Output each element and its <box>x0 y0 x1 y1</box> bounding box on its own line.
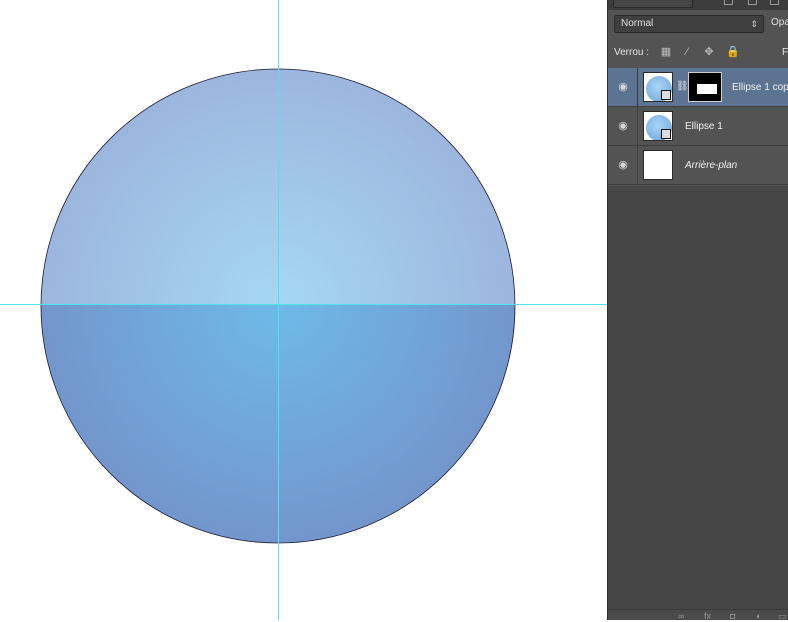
fill-label: F <box>782 47 788 58</box>
layer-row-ellipse-1-copie[interactable]: ◉ ⛓ Ellipse 1 copie <box>608 68 788 107</box>
layer-name[interactable]: Arrière-plan <box>685 160 737 171</box>
lock-icon[interactable]: 🔒 <box>726 46 740 58</box>
blend-mode-value: Normal <box>621 18 654 29</box>
vector-shape-icon <box>661 90 671 100</box>
lock-row: Verrou : ▦ ⁄ ✥ 🔒 F <box>608 42 788 64</box>
layer-row-arriere-plan[interactable]: ◉ Arrière-plan <box>608 146 788 185</box>
layer-name[interactable]: Ellipse 1 copie <box>732 82 788 93</box>
layer-list: ◉ ⛓ Ellipse 1 copie ◉ Ellipse 1 <box>608 68 788 185</box>
layer-thumbnail[interactable] <box>643 150 673 180</box>
layers-panel: Normal ⇕ Opa Verrou : ▦ ⁄ ✥ 🔒 F ◉ ⛓ Elli… <box>607 0 788 622</box>
new-group-icon[interactable]: ▭ <box>778 611 787 622</box>
select-arrows-icon: ⇕ <box>750 19 758 29</box>
checkerboard-icon[interactable]: ▦ <box>660 46 672 58</box>
vector-shape-icon <box>661 129 671 139</box>
chain-link-icon[interactable]: ⛓ <box>676 80 689 94</box>
layer-name[interactable]: Ellipse 1 <box>685 121 723 132</box>
panel-top-toolbar <box>608 0 788 10</box>
horizontal-guide[interactable] <box>0 304 607 305</box>
layer-row-ellipse-1[interactable]: ◉ Ellipse 1 <box>608 107 788 146</box>
layer-thumbnail[interactable] <box>643 111 673 141</box>
visibility-column: ◉ <box>608 68 638 106</box>
ellipse-artwork <box>40 68 516 544</box>
filter-toggle-icon[interactable] <box>748 0 757 5</box>
visibility-column: ◉ <box>608 146 638 184</box>
brush-icon[interactable]: ⁄ <box>681 46 693 58</box>
blend-mode-select[interactable]: Normal ⇕ <box>614 15 764 33</box>
eye-icon[interactable]: ◉ <box>617 120 629 132</box>
vertical-guide[interactable] <box>278 0 279 620</box>
lock-label: Verrou : <box>614 47 650 58</box>
eye-icon[interactable]: ◉ <box>617 81 629 93</box>
opacity-label: Opa <box>771 17 788 28</box>
layer-mask-thumbnail[interactable] <box>688 72 722 102</box>
visibility-column: ◉ <box>608 107 638 145</box>
filter-icon[interactable] <box>724 0 733 5</box>
layer-list-empty-area <box>608 186 788 610</box>
filter-options-icon[interactable] <box>770 0 779 5</box>
document-canvas[interactable] <box>0 0 607 620</box>
layer-filter-field[interactable] <box>613 0 693 8</box>
layer-thumbnail[interactable] <box>643 72 673 102</box>
panel-bottom-toolbar: ∞ fx ◘ ◐ ▭ <box>608 609 788 622</box>
mask-visible-area <box>697 84 717 94</box>
move-icon[interactable]: ✥ <box>703 46 715 58</box>
eye-icon[interactable]: ◉ <box>617 159 629 171</box>
